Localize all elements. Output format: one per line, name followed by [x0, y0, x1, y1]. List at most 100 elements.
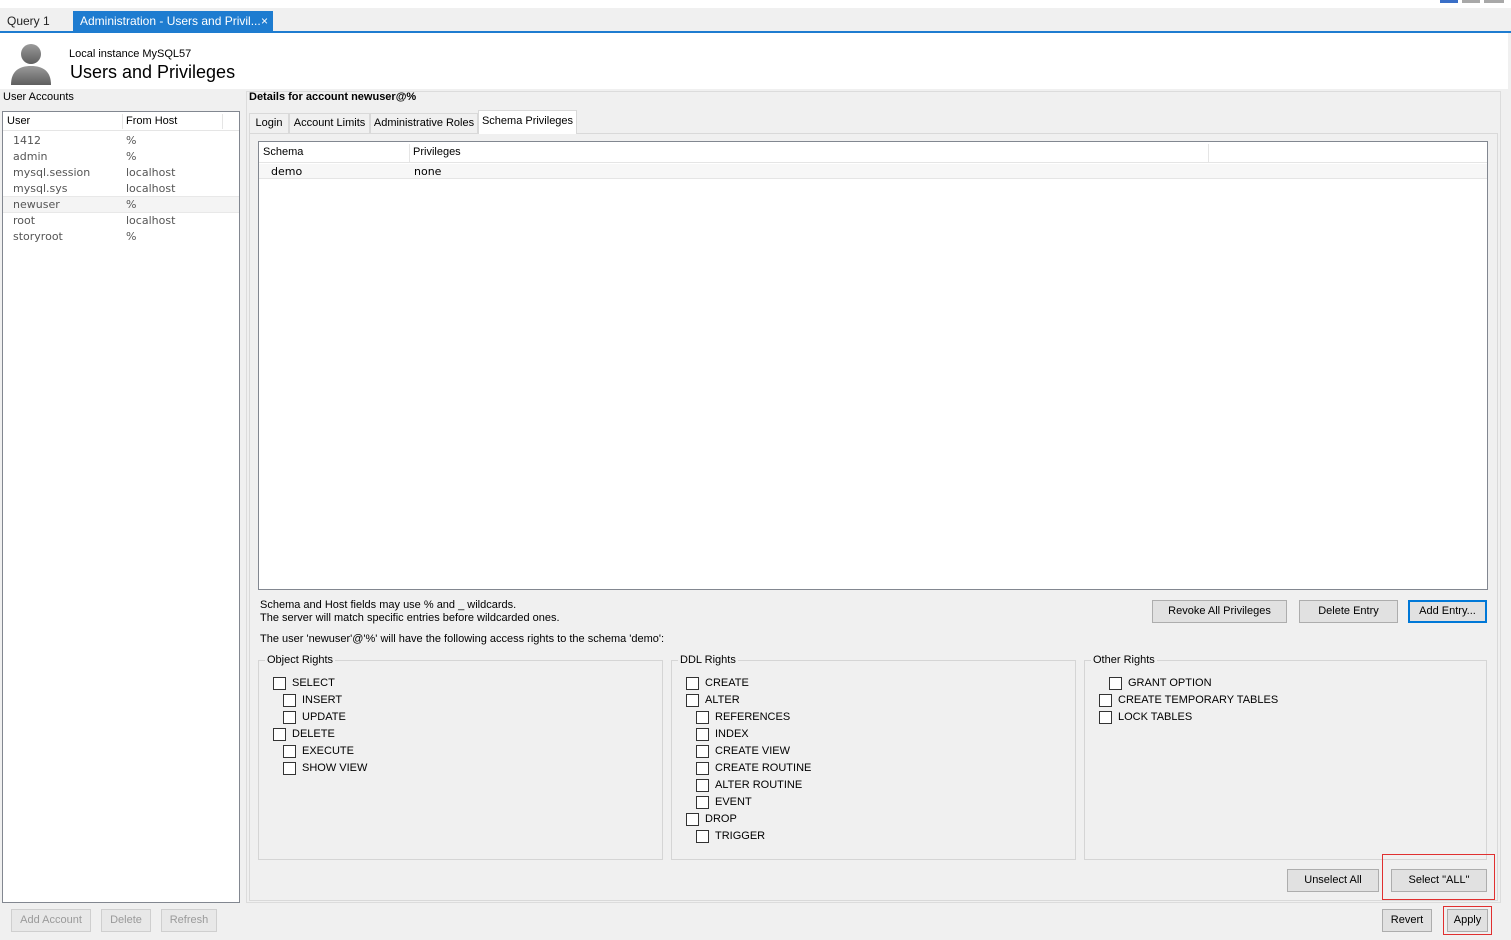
checkbox-box[interactable] — [696, 745, 709, 758]
user-row[interactable]: 1412 % — [3, 133, 239, 149]
window-control-icon[interactable] — [1440, 0, 1458, 3]
checkbox-label: DROP — [705, 813, 737, 825]
checkbox-box[interactable] — [686, 813, 699, 826]
details-title: Details for account newuser@% — [249, 91, 417, 103]
tab-admin-label: Administration - Users and Privil... — [80, 14, 261, 28]
checkbox-box[interactable] — [273, 677, 286, 690]
checkbox-box[interactable] — [696, 830, 709, 843]
checkbox-box[interactable] — [696, 711, 709, 724]
column-separator[interactable] — [409, 144, 410, 162]
user-host: % — [126, 230, 137, 243]
checkbox-label: CREATE ROUTINE — [715, 762, 812, 774]
user-name: root — [13, 214, 36, 227]
checkbox-box[interactable] — [283, 762, 296, 775]
add-entry-button[interactable]: Add Entry... — [1408, 600, 1487, 623]
tab-administrative-roles[interactable]: Administrative Roles — [370, 113, 478, 133]
user-row[interactable]: root localhost — [3, 213, 239, 229]
revert-button[interactable]: Revert — [1382, 909, 1432, 932]
schema-cell: demo — [271, 165, 303, 178]
checkbox-label: ALTER — [705, 694, 740, 706]
tab-login[interactable]: Login — [249, 113, 289, 133]
privileges-cell: none — [414, 165, 442, 178]
page-header: Local instance MySQL57 Users and Privile… — [0, 33, 1508, 89]
user-accounts-label: User Accounts — [3, 91, 74, 103]
checkbox-label: SELECT — [292, 677, 335, 689]
checkbox-box[interactable] — [273, 728, 286, 741]
revoke-all-privileges-button[interactable]: Revoke All Privileges — [1152, 600, 1287, 623]
tab-account-limits[interactable]: Account Limits — [289, 113, 370, 133]
list-header: User From Host — [3, 112, 239, 131]
page-title: Users and Privileges — [70, 62, 236, 82]
checkbox-label: ALTER ROUTINE — [715, 779, 803, 791]
checkbox-label: LOCK TABLES — [1118, 711, 1193, 723]
checkbox-box[interactable] — [696, 728, 709, 741]
other-rights-group: Other Rights GRANT OPTION CREATE TEMPORA… — [1084, 654, 1487, 860]
user-row[interactable]: storyroot % — [3, 229, 239, 245]
add-account-button[interactable]: Add Account — [11, 909, 91, 932]
checkbox-box[interactable] — [283, 711, 296, 724]
user-host: localhost — [126, 214, 176, 227]
unselect-all-button[interactable]: Unselect All — [1287, 869, 1379, 892]
checkbox-box[interactable] — [1099, 711, 1112, 724]
tab-query-1[interactable]: Query 1 — [0, 11, 70, 31]
apply-button[interactable]: Apply — [1447, 909, 1488, 932]
access-rights-note: The user 'newuser'@'%' will have the fol… — [260, 633, 665, 645]
refresh-button[interactable]: Refresh — [161, 909, 217, 932]
checkbox-box[interactable] — [1099, 694, 1112, 707]
checkbox-box[interactable] — [686, 677, 699, 690]
delete-entry-button[interactable]: Delete Entry — [1299, 600, 1398, 623]
checkbox-label: CREATE — [705, 677, 749, 689]
column-header-from-host[interactable]: From Host — [126, 115, 177, 127]
column-separator[interactable] — [222, 114, 223, 129]
title-strip — [0, 0, 1511, 8]
column-header-privileges[interactable]: Privileges — [413, 146, 461, 158]
table-row[interactable]: demo none — [259, 164, 1487, 179]
select-all-button[interactable]: Select "ALL" — [1391, 869, 1487, 892]
user-host: % — [126, 150, 137, 163]
checkbox-label: DELETE — [292, 728, 335, 740]
user-row[interactable]: mysql.session localhost — [3, 165, 239, 181]
column-separator[interactable] — [1208, 144, 1209, 162]
wildcard-note: Schema and Host fields may use % and _ w… — [260, 599, 517, 611]
column-header-user[interactable]: User — [7, 115, 30, 127]
checkbox-label: INSERT — [302, 694, 343, 706]
checkbox-box[interactable] — [686, 694, 699, 707]
checkbox-label: CREATE VIEW — [715, 745, 790, 757]
user-host: % — [126, 198, 137, 211]
checkbox-box[interactable] — [283, 694, 296, 707]
ddl-rights-group: DDL Rights CREATE ALTER REFERENCES INDEX… — [671, 654, 1076, 860]
user-name: newuser — [13, 198, 60, 211]
tab-schema-privileges[interactable]: Schema Privileges — [478, 110, 577, 134]
checkbox-label: CREATE TEMPORARY TABLES — [1118, 694, 1279, 706]
checkbox-box[interactable] — [696, 796, 709, 809]
user-avatar-icon — [11, 44, 51, 85]
tab-administration-users[interactable]: Administration - Users and Privil... × — [73, 11, 273, 31]
instance-name: Local instance MySQL57 — [69, 48, 192, 60]
window-control-icon[interactable] — [1462, 0, 1480, 3]
column-header-schema[interactable]: Schema — [263, 146, 303, 158]
user-accounts-list[interactable]: User From Host 1412 % admin % mysql.sess… — [2, 111, 240, 903]
checkbox-box[interactable] — [1109, 677, 1122, 690]
user-row-selected[interactable]: newuser % — [3, 196, 239, 213]
checkbox-box[interactable] — [283, 745, 296, 758]
other-rights-title: Other Rights — [1091, 654, 1157, 666]
column-separator[interactable] — [122, 114, 123, 129]
checkbox-label: UPDATE — [302, 711, 346, 723]
delete-account-button[interactable]: Delete — [101, 909, 151, 932]
user-row[interactable]: admin % — [3, 149, 239, 165]
close-icon[interactable]: × — [261, 11, 268, 31]
user-name: mysql.session — [13, 166, 91, 179]
ddl-rights-title: DDL Rights — [678, 654, 738, 666]
checkbox-box[interactable] — [696, 762, 709, 775]
object-rights-group: Object Rights SELECT INSERT UPDATE DELET… — [258, 654, 663, 860]
user-name: admin — [13, 150, 48, 163]
table-header: Schema Privileges — [259, 142, 1487, 163]
checkbox-label: EXECUTE — [302, 745, 354, 757]
checkbox-box[interactable] — [696, 779, 709, 792]
schema-privileges-table[interactable]: Schema Privileges demo none — [258, 141, 1488, 590]
checkbox-label: INDEX — [715, 728, 749, 740]
user-name: mysql.sys — [13, 182, 68, 195]
checkbox-label: EVENT — [715, 796, 752, 808]
user-row[interactable]: mysql.sys localhost — [3, 181, 239, 197]
window-control-icon[interactable] — [1484, 0, 1504, 3]
